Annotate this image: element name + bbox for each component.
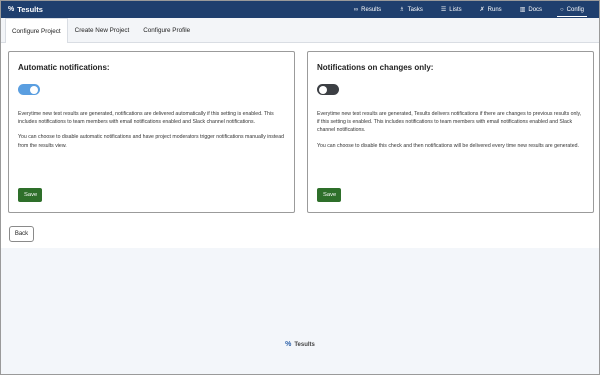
automatic-notifications-toggle[interactable]	[18, 84, 40, 95]
nav-item-tasks[interactable]: ♗ Tasks	[390, 1, 432, 18]
nav-item-lists[interactable]: ☰ Lists	[432, 1, 471, 18]
tab-configure-profile[interactable]: Configure Profile	[136, 18, 197, 42]
tab-create-new-project[interactable]: Create New Project	[68, 18, 137, 42]
nav-item-results[interactable]: ∞ Results	[345, 1, 390, 18]
footer: % Tesults	[1, 248, 599, 374]
brand-name: Tesults	[17, 5, 43, 14]
brand-logo[interactable]: % Tesults	[1, 5, 43, 14]
main-content: Automatic notifications: Everytime new t…	[1, 43, 599, 248]
nav-item-label: Docs	[528, 6, 543, 13]
nav-item-label: Config	[566, 6, 584, 13]
save-button[interactable]: Save	[18, 188, 42, 202]
nav-item-label: Tasks	[407, 6, 423, 13]
tasks-icon: ♗	[399, 7, 405, 13]
tesults-logo-icon: %	[8, 6, 15, 13]
changes-only-notifications-card: Notifications on changes only: Everytime…	[307, 51, 594, 213]
tesults-logo-icon: %	[285, 341, 292, 348]
card-title: Automatic notifications:	[18, 63, 110, 72]
card-description: Everytime new test results are generated…	[18, 111, 274, 126]
nav-item-runs[interactable]: ✗ Runs	[471, 1, 511, 18]
app-window: % Tesults ∞ Results ♗ Tasks ☰ Lists ✗ Ru…	[0, 0, 600, 375]
results-icon: ∞	[353, 6, 359, 13]
automatic-notifications-card: Automatic notifications: Everytime new t…	[8, 51, 295, 213]
config-tabs: Configure Project Create New Project Con…	[1, 18, 599, 43]
runs-icon: ✗	[479, 7, 485, 13]
changes-only-toggle[interactable]	[317, 84, 339, 95]
nav-item-config[interactable]: ○ Config	[551, 1, 593, 18]
toggle-knob	[30, 85, 38, 94]
docs-icon: ▥	[519, 7, 526, 13]
toggle-knob	[319, 85, 327, 94]
footer-brand[interactable]: % Tesults	[1, 341, 599, 348]
card-description-secondary: You can choose to disable this check and…	[317, 142, 579, 149]
back-button[interactable]: Back	[9, 226, 34, 242]
nav-item-label: Results	[361, 6, 382, 13]
nav-item-docs[interactable]: ▥ Docs	[511, 1, 551, 18]
lists-icon: ☰	[440, 7, 447, 13]
nav-menu: ∞ Results ♗ Tasks ☰ Lists ✗ Runs ▥ Docs …	[345, 1, 599, 18]
config-icon: ○	[560, 6, 564, 13]
card-description: Everytime new test results are generated…	[317, 111, 582, 134]
tab-configure-project[interactable]: Configure Project	[5, 18, 68, 43]
card-title: Notifications on changes only:	[317, 63, 434, 72]
nav-item-label: Lists	[449, 6, 462, 13]
footer-brand-name: Tesults	[294, 341, 315, 348]
card-description-secondary: You can choose to disable automatic noti…	[18, 134, 284, 149]
save-button[interactable]: Save	[317, 188, 341, 202]
top-navbar: % Tesults ∞ Results ♗ Tasks ☰ Lists ✗ Ru…	[1, 1, 599, 18]
nav-item-label: Runs	[487, 6, 502, 13]
